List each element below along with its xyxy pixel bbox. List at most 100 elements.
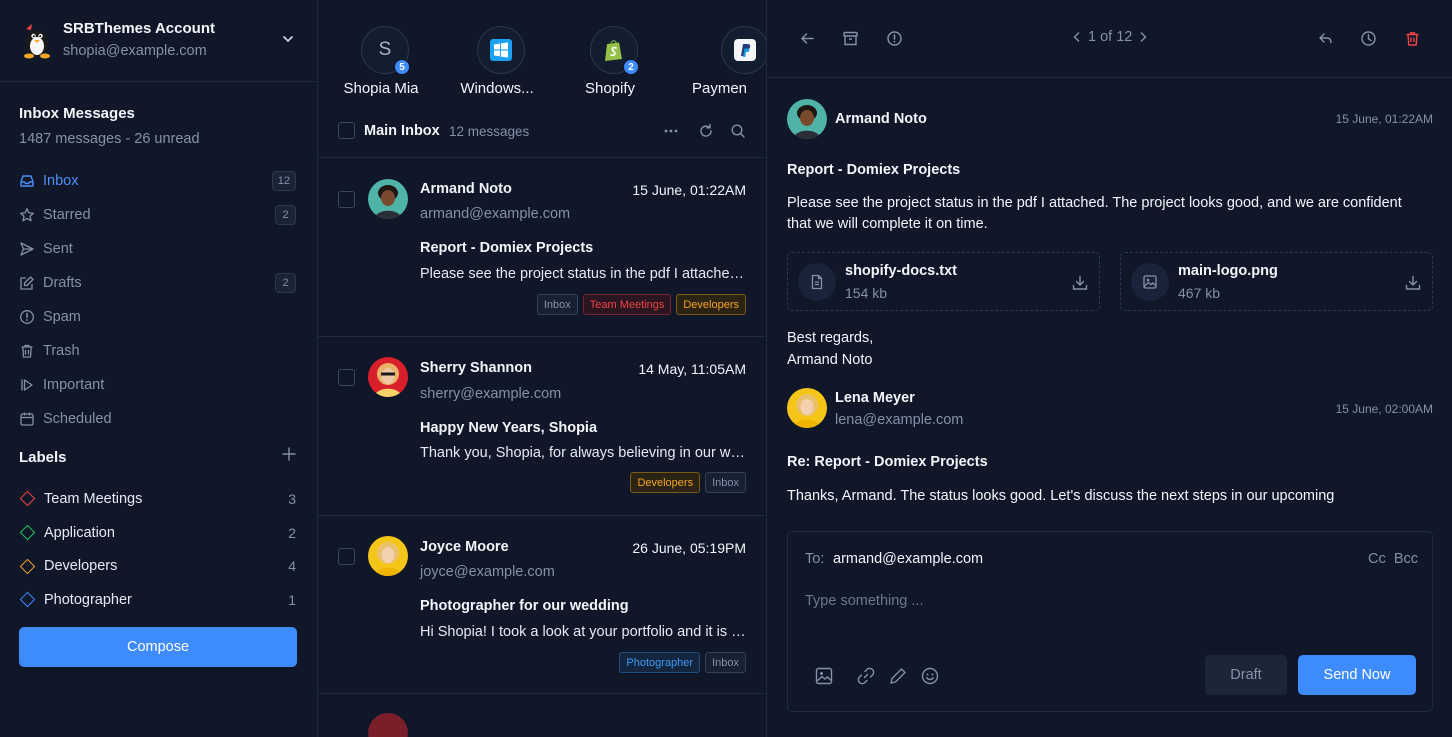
nav-item-sent[interactable]: Sent xyxy=(0,232,317,266)
download-icon[interactable] xyxy=(1404,274,1422,292)
important-icon xyxy=(21,379,33,391)
avatar xyxy=(368,713,408,737)
label-item-photographer[interactable]: Photographer 1 xyxy=(0,583,317,617)
mail-checkbox[interactable] xyxy=(338,191,355,208)
pencil-icon[interactable] xyxy=(888,666,908,686)
label-color-icon xyxy=(19,592,36,608)
mail-sender: Sherry Shannon xyxy=(420,360,532,376)
label-count: 3 xyxy=(288,490,296,507)
message-sender-email: lena@example.com xyxy=(835,412,964,428)
chevron-left-icon[interactable] xyxy=(1072,31,1082,43)
compose-button[interactable]: Compose xyxy=(19,627,297,667)
nav-item-spam[interactable]: Spam xyxy=(0,300,317,334)
nav-item-scheduled[interactable]: Scheduled xyxy=(0,402,317,436)
avatar xyxy=(787,388,827,428)
archive-icon[interactable] xyxy=(842,30,859,47)
tag-photographer: Photographer xyxy=(619,652,701,673)
label-item-team-meetings[interactable]: Team Meetings 3 xyxy=(0,482,317,516)
cc-bcc-toggle[interactable]: Cc Bcc xyxy=(1368,551,1418,567)
refresh-icon[interactable] xyxy=(698,123,714,139)
label-item-developers[interactable]: Developers 4 xyxy=(0,549,317,583)
list-title: Main Inbox xyxy=(364,123,440,139)
message-sender: Armand Noto xyxy=(835,111,927,127)
mail-subject: Report - Domiex Projects xyxy=(420,240,594,256)
list-item[interactable]: Sherry Shannon 14 May, 11:05AM sherry@ex… xyxy=(318,337,766,516)
send-button[interactable]: Send Now xyxy=(1298,655,1416,695)
message-input[interactable]: Type something ... xyxy=(805,593,923,609)
mail-list-panel: S 5 Shopia Mia Windows... 2 Shopify Paym… xyxy=(318,0,767,737)
list-count: 12 messages xyxy=(449,124,530,139)
avatar-initial: S xyxy=(378,39,392,60)
search-icon[interactable] xyxy=(730,123,746,139)
message-time: 15 June, 01:22AM xyxy=(1335,112,1433,126)
labels-list: Team Meetings 3 Application 2 Developers… xyxy=(0,482,317,617)
attachment-name: shopify-docs.txt xyxy=(845,263,957,279)
windows-icon xyxy=(477,26,525,74)
emoji-icon[interactable] xyxy=(920,666,940,686)
reader-toolbar: 1 of 12 xyxy=(767,0,1452,78)
message-signature: Armand Noto xyxy=(787,352,873,368)
list-item[interactable]: Joyce Moore 26 June, 05:19PM joyce@examp… xyxy=(318,516,766,694)
nav-item-starred[interactable]: Starred 2 xyxy=(0,198,317,232)
mail-sender: Joyce Moore xyxy=(420,539,509,555)
calendar-icon xyxy=(20,412,34,426)
account-switcher[interactable]: SRBThemes Account shopia@example.com xyxy=(0,0,317,82)
labels-title: Labels xyxy=(19,449,67,466)
nav-item-trash[interactable]: Trash xyxy=(0,334,317,368)
attachment-name: main-logo.png xyxy=(1178,263,1278,279)
plus-icon[interactable] xyxy=(282,447,296,461)
mail-tags: Developers Inbox xyxy=(630,472,746,493)
mail-tags: Inbox Team Meetings Developers xyxy=(536,294,746,315)
mail-checkbox[interactable] xyxy=(338,548,355,565)
contact-avatar: S 5 xyxy=(361,26,410,75)
nav-item-drafts[interactable]: Drafts 2 xyxy=(0,266,317,300)
bcc-button[interactable]: Bcc xyxy=(1394,551,1418,567)
star-icon xyxy=(20,208,34,222)
chevron-down-icon[interactable] xyxy=(280,31,296,47)
send-icon xyxy=(20,242,34,256)
select-all-checkbox[interactable] xyxy=(338,122,355,139)
attachment-size: 467 kb xyxy=(1178,285,1221,301)
message-subject: Re: Report - Domiex Projects xyxy=(787,454,988,470)
nav-label: Important xyxy=(43,377,105,393)
avatar xyxy=(368,357,408,397)
link-icon[interactable] xyxy=(856,666,876,686)
clock-icon[interactable] xyxy=(1360,30,1377,47)
label-item-application[interactable]: Application 2 xyxy=(0,516,317,550)
tag-inbox: Inbox xyxy=(705,472,746,493)
message-sender: Lena Meyer xyxy=(835,390,915,406)
to-field[interactable]: armand@example.com xyxy=(833,551,983,567)
cc-button[interactable]: Cc xyxy=(1368,551,1386,567)
mail-sender: Armand Noto xyxy=(420,181,512,197)
mail-preview: Hi Shopia! I took a look at your portfol… xyxy=(420,624,746,640)
arrow-left-icon[interactable] xyxy=(799,30,816,47)
alert-circle-icon xyxy=(20,310,34,324)
more-icon[interactable] xyxy=(663,123,679,139)
image-icon[interactable] xyxy=(814,666,834,686)
info-icon[interactable] xyxy=(886,30,903,47)
mail-date: 15 June, 01:22AM xyxy=(632,182,746,198)
tag-team-meetings: Team Meetings xyxy=(582,294,672,315)
mail-checkbox[interactable] xyxy=(338,369,355,386)
attachment-card[interactable]: shopify-docs.txt 154 kb xyxy=(787,252,1100,311)
attachment-card[interactable]: main-logo.png 467 kb xyxy=(1120,252,1433,311)
reply-icon[interactable] xyxy=(1317,30,1334,47)
mail-address: joyce@example.com xyxy=(420,564,555,580)
mail-date: 26 June, 05:19PM xyxy=(632,540,746,556)
nav-item-inbox[interactable]: Inbox 12 xyxy=(0,164,317,198)
label-name: Photographer xyxy=(44,591,132,608)
list-item[interactable]: Armand Noto 15 June, 01:22AM armand@exam… xyxy=(318,159,766,337)
tag-inbox: Inbox xyxy=(705,652,746,673)
delete-icon[interactable] xyxy=(1404,30,1421,47)
label-name: Application xyxy=(44,524,115,541)
reply-composer: To: armand@example.com Cc Bcc Type somet… xyxy=(787,531,1433,712)
mail-preview: Thank you, Shopia, for always believing … xyxy=(420,445,746,461)
trash-icon xyxy=(21,344,33,358)
attachment-size: 154 kb xyxy=(845,285,888,301)
nav-count: 2 xyxy=(275,205,296,225)
download-icon[interactable] xyxy=(1071,274,1089,292)
nav-item-important[interactable]: Important xyxy=(0,368,317,402)
chevron-right-icon[interactable] xyxy=(1138,31,1148,43)
label-color-icon xyxy=(19,524,36,541)
draft-button[interactable]: Draft xyxy=(1205,655,1287,695)
